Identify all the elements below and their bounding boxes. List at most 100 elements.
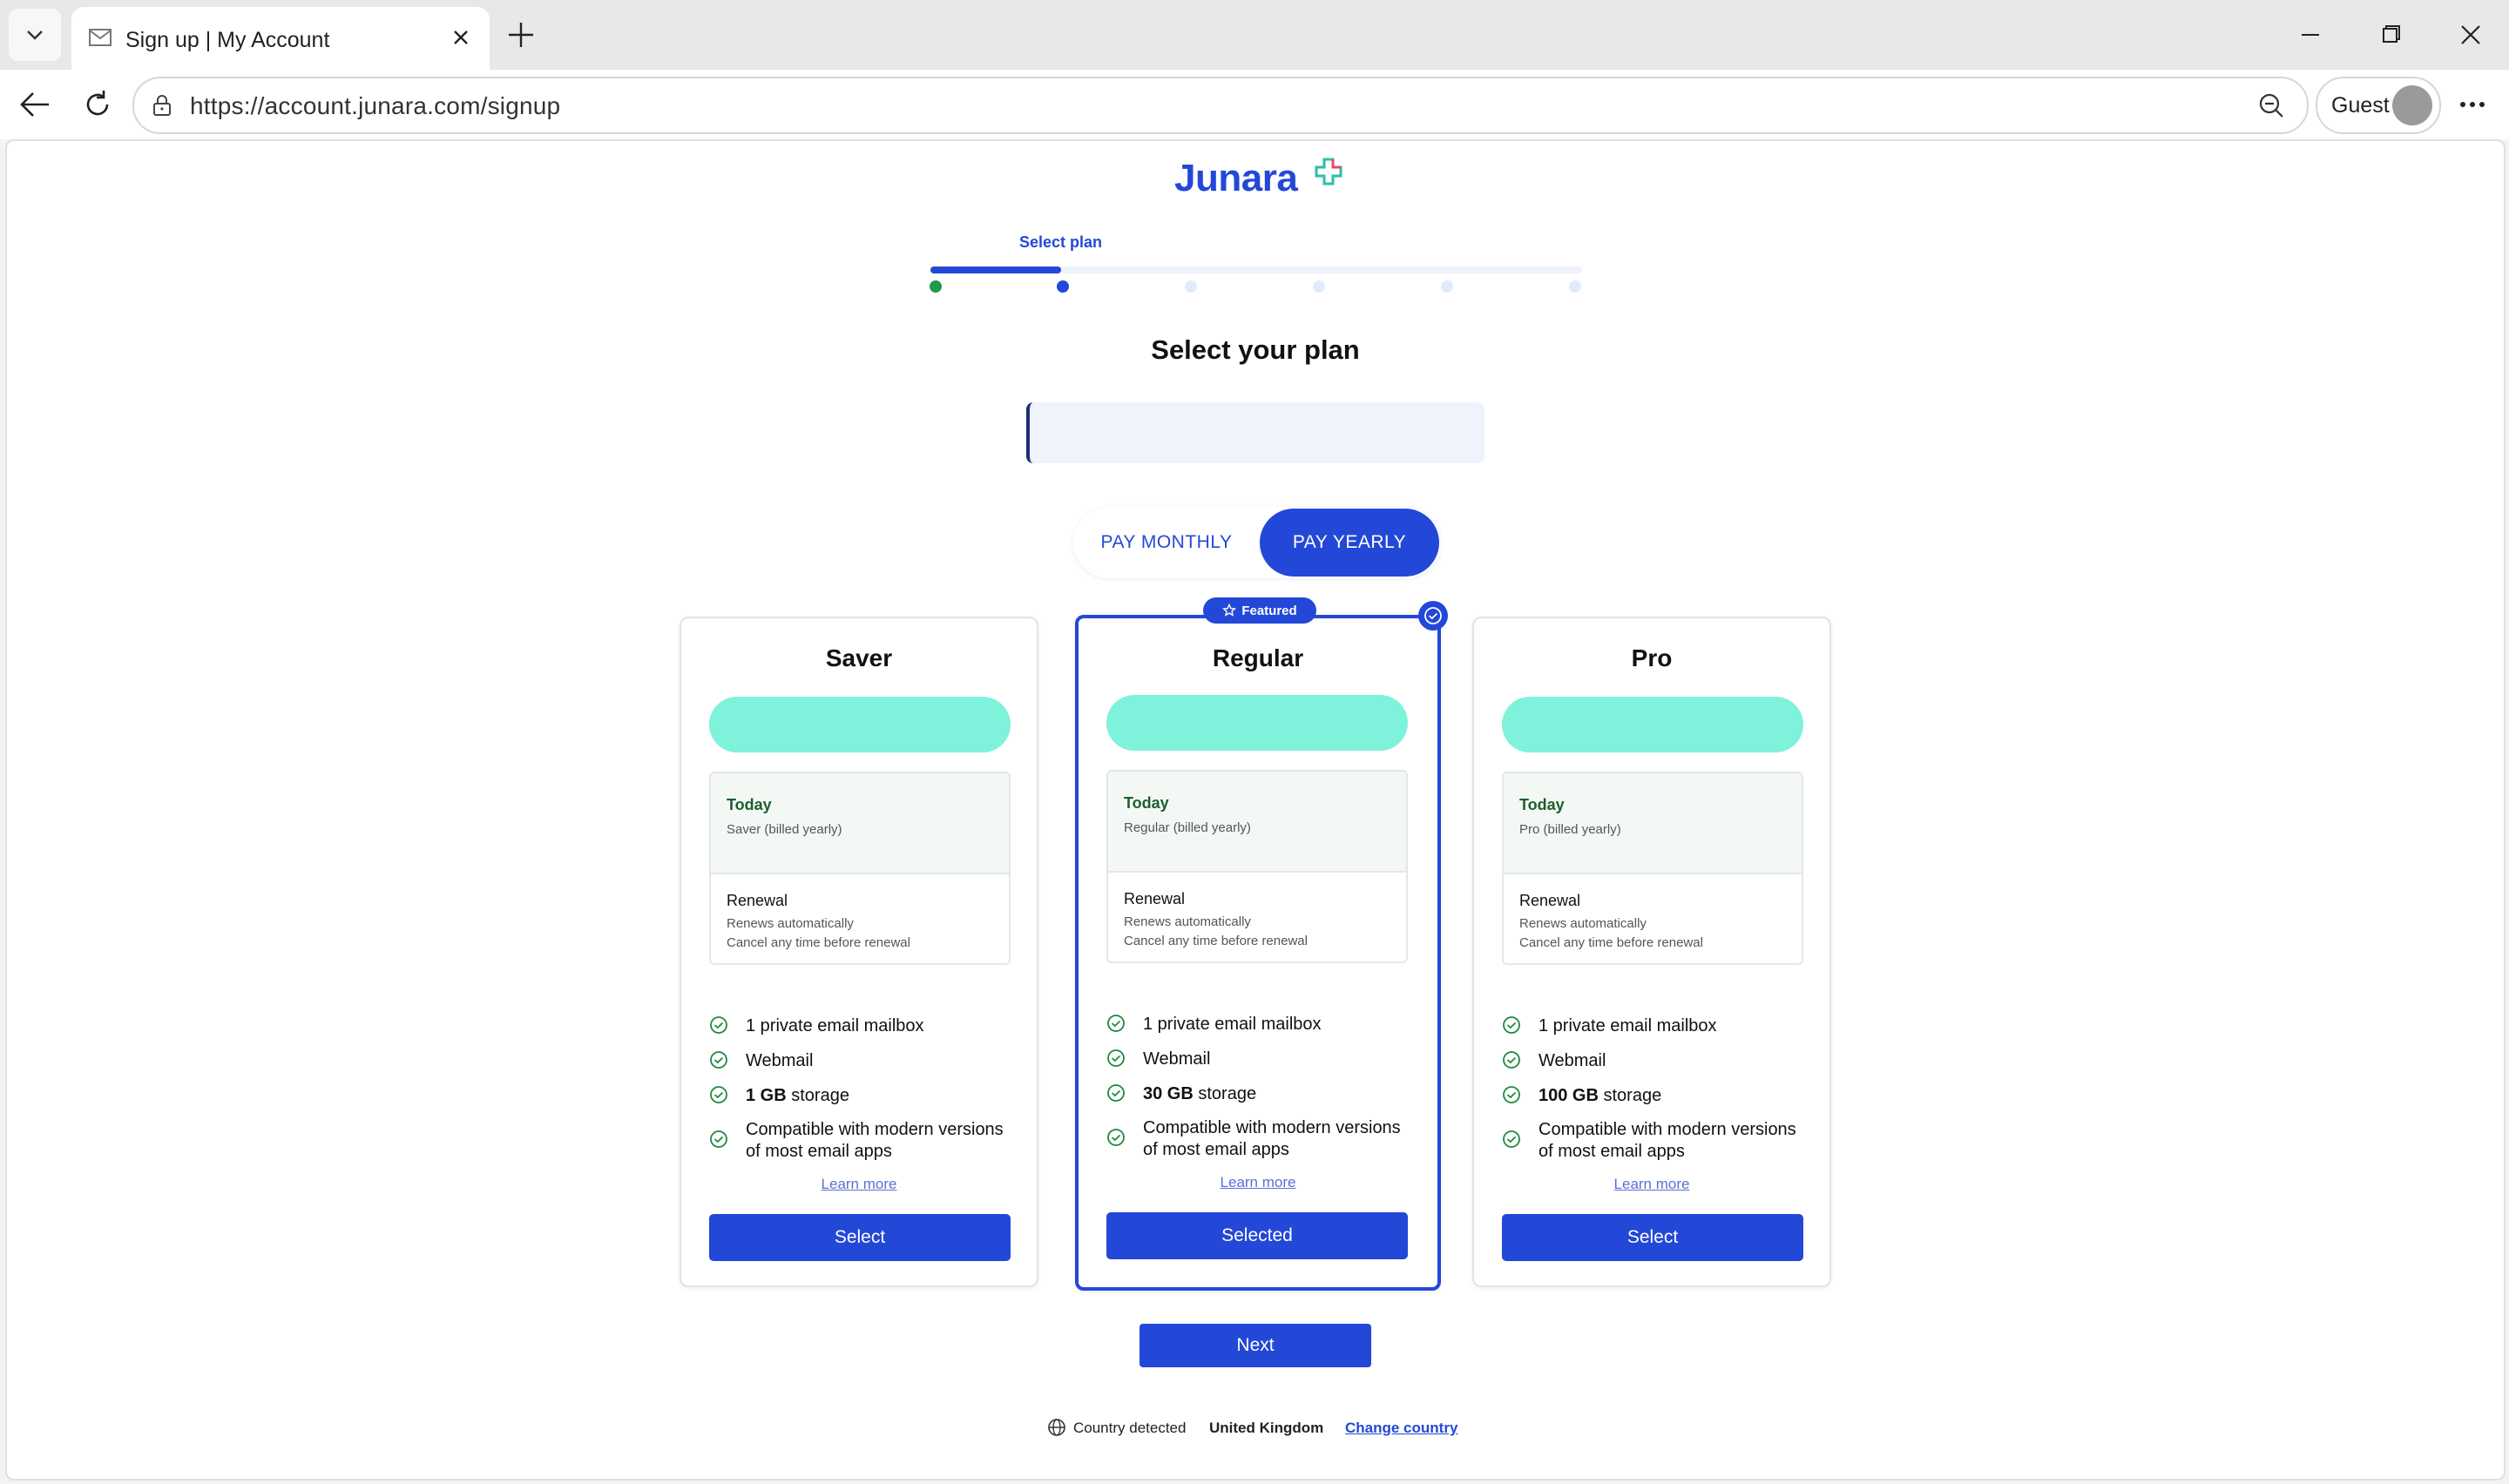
step-dot-current	[1057, 280, 1069, 293]
browser-tab-active[interactable]: Sign up | My Account	[71, 7, 490, 70]
check-circle-icon	[1503, 1130, 1520, 1148]
country-name: United Kingdom	[1209, 1420, 1324, 1436]
billing-summary: Today Saver (billed yearly) Renewal Rene…	[709, 772, 1011, 965]
price-pill	[709, 697, 1011, 752]
browser-tab-bar: Sign up | My Account	[0, 0, 2509, 70]
check-circle-icon	[710, 1016, 727, 1034]
more-options-icon[interactable]	[2457, 96, 2488, 113]
lock-icon[interactable]	[150, 93, 174, 118]
renewal-label: Renewal	[1124, 890, 1186, 907]
check-circle-icon	[1503, 1016, 1520, 1034]
today-label: Today	[727, 796, 772, 813]
learn-more-link[interactable]: Learn more	[1474, 1176, 1829, 1193]
feature-text: 1 private email mailbox	[746, 1016, 924, 1035]
today-section: Today Saver (billed yearly)	[711, 773, 1009, 874]
avatar	[2392, 85, 2432, 125]
step-label: Select plan	[1019, 233, 1103, 251]
plan-name: Saver	[825, 644, 893, 671]
feature-text: 1 private email mailbox	[1539, 1016, 1717, 1035]
step-dot-completed	[930, 280, 942, 293]
plan-card-regular[interactable]: Regular Today Regular (billed yearly) Re…	[1075, 615, 1441, 1291]
country-prefix: Country detected	[1073, 1420, 1187, 1436]
feature-text: 30 GB storage	[1143, 1083, 1404, 1105]
tab-list-button[interactable]	[9, 9, 61, 61]
plan-card-saver[interactable]: Saver Today Saver (billed yearly) Renewa…	[680, 617, 1038, 1287]
selected-check-icon	[1418, 601, 1448, 631]
junara-logo[interactable]: Junara	[1174, 157, 1342, 218]
check-circle-icon	[1107, 1129, 1125, 1146]
page-title: Select your plan	[1151, 334, 1360, 365]
today-subtext: Pro (billed yearly)	[1519, 822, 1621, 837]
next-button[interactable]: Next	[1140, 1324, 1371, 1367]
check-circle-icon	[1424, 607, 1442, 624]
globe-icon	[1048, 1419, 1065, 1436]
renewal-line: Renews automatically	[1124, 914, 1251, 929]
billing-period-toggle: PAY MONTHLY PAY YEARLY	[1073, 507, 1441, 578]
today-label: Today	[1124, 794, 1169, 812]
feature-text: Webmail	[746, 1051, 814, 1070]
step-dot-upcoming	[1313, 280, 1325, 293]
check-circle-icon	[710, 1051, 727, 1069]
check-circle-icon	[1107, 1084, 1125, 1102]
price-pill	[1502, 697, 1803, 752]
url-text[interactable]: https://account.junara.com/signup	[190, 92, 560, 120]
logo-text: Junara	[1174, 157, 1298, 199]
zoom-out-icon[interactable]	[2256, 91, 2286, 120]
new-tab-icon[interactable]	[504, 17, 538, 52]
check-circle-icon	[1503, 1086, 1520, 1103]
renewal-label: Renewal	[1519, 892, 1581, 909]
renewal-line: Renews automatically	[1519, 916, 1647, 931]
minimize-icon[interactable]	[2293, 19, 2328, 51]
today-section: Today Pro (billed yearly)	[1504, 773, 1802, 874]
storage-amount: 30 GB	[1143, 1084, 1194, 1103]
pay-yearly-option[interactable]: PAY YEARLY	[1260, 509, 1439, 577]
today-subtext: Regular (billed yearly)	[1124, 820, 1251, 835]
check-circle-icon	[1503, 1051, 1520, 1069]
feature-text: 1 private email mailbox	[1143, 1015, 1322, 1034]
profile-label: Guest	[2331, 93, 2390, 118]
check-circle-icon	[1107, 1049, 1125, 1067]
billing-summary: Today Regular (billed yearly) Renewal Re…	[1106, 770, 1408, 963]
step-dot-upcoming	[1441, 280, 1453, 293]
today-label: Today	[1519, 796, 1565, 813]
cross-logo-icon	[1315, 158, 1342, 186]
address-bar[interactable]: https://account.junara.com/signup	[132, 77, 2309, 134]
back-arrow-icon[interactable]	[16, 87, 54, 122]
restore-icon[interactable]	[2373, 19, 2408, 51]
mail-icon	[89, 29, 112, 46]
chevron-down-icon	[27, 30, 43, 40]
feature-text: Compatible with modern versions of most …	[746, 1120, 1004, 1161]
close-tab-icon[interactable]	[446, 23, 476, 52]
profile-button[interactable]: Guest	[2316, 77, 2441, 134]
change-country-link[interactable]: Change country	[1345, 1420, 1457, 1437]
check-circle-icon	[710, 1130, 727, 1148]
page-viewport: Junara Select plan Select your plan PAY …	[5, 139, 2506, 1481]
learn-more-link[interactable]: Learn more	[1079, 1174, 1437, 1191]
reload-icon[interactable]	[80, 87, 115, 122]
price-pill	[1106, 695, 1408, 751]
feature-text: Webmail	[1539, 1051, 1606, 1070]
storage-amount: 1 GB	[746, 1086, 787, 1105]
close-window-icon[interactable]	[2453, 19, 2488, 51]
storage-label: storage	[1598, 1086, 1662, 1105]
plan-name: Pro	[1631, 644, 1673, 671]
feature-text: 100 GB storage	[1539, 1085, 1800, 1107]
plan-input-field[interactable]	[1026, 402, 1484, 463]
plan-card-pro[interactable]: Pro Today Pro (billed yearly) Renewal Re…	[1472, 617, 1831, 1287]
renewal-line: Cancel any time before renewal	[727, 935, 910, 950]
today-section: Today Regular (billed yearly)	[1108, 772, 1406, 873]
renewal-line: Cancel any time before renewal	[1124, 934, 1308, 948]
select-plan-button[interactable]: Select	[1502, 1214, 1803, 1261]
select-plan-button[interactable]: Select	[709, 1214, 1011, 1261]
pay-monthly-option[interactable]: PAY MONTHLY	[1073, 507, 1260, 578]
progress-fill	[930, 266, 1061, 273]
billing-summary: Today Pro (billed yearly) Renewal Renews…	[1502, 772, 1803, 965]
renewal-line: Renews automatically	[727, 916, 854, 931]
featured-badge: Featured	[1203, 597, 1316, 624]
feature-text: 1 GB storage	[746, 1085, 1007, 1107]
step-dot-upcoming	[1185, 280, 1197, 293]
selected-plan-button[interactable]: Selected	[1106, 1212, 1408, 1259]
storage-amount: 100 GB	[1539, 1086, 1599, 1105]
storage-label: storage	[1193, 1084, 1257, 1103]
learn-more-link[interactable]: Learn more	[681, 1176, 1037, 1193]
